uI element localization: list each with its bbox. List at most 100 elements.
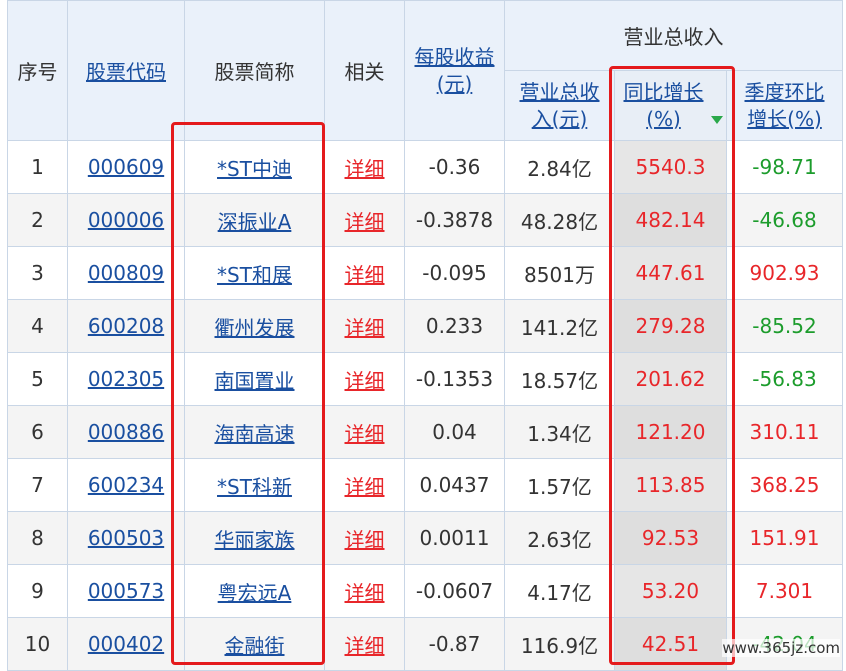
eps-value: -0.3878 — [415, 208, 494, 232]
revenue-value: 1.34亿 — [527, 421, 592, 446]
site-watermark: www.365jz.com — [722, 639, 840, 657]
stock-code-link[interactable]: 000402 — [88, 632, 164, 656]
eps-value: 0.233 — [425, 314, 484, 338]
detail-link[interactable]: 详细 — [345, 634, 385, 658]
stock-table: 序号 股票代码 股票简称 相关 每股收益(元) 营业总收入 营业总收入(元) 同… — [7, 0, 843, 671]
revenue-value: 48.28亿 — [520, 209, 599, 234]
stock-code-link[interactable]: 002305 — [88, 367, 164, 391]
sort-desc-icon[interactable] — [710, 116, 723, 124]
qoq-growth-value: -85.52 — [752, 314, 817, 338]
header-seq: 序号 — [7, 0, 68, 141]
detail-link[interactable]: 详细 — [345, 422, 385, 446]
yoy-growth-value: 92.53 — [641, 526, 700, 550]
header-related: 相关 — [324, 0, 405, 141]
revenue-value: 4.17亿 — [527, 580, 592, 605]
table-row: 4 600208 衢州发展 详细 0.233 141.2亿 279.28 -85.52 — [7, 299, 843, 353]
row-seq: 5 — [31, 367, 44, 391]
header-revenue[interactable]: 营业总收入(元) — [504, 70, 615, 141]
stock-code-link[interactable]: 000886 — [88, 420, 164, 444]
header-stock-name: 股票简称 — [184, 0, 325, 141]
header-revenue-group: 营业总收入 — [504, 0, 843, 71]
stock-name-link[interactable]: 华丽家族 — [215, 528, 295, 552]
yoy-growth-value: 447.61 — [635, 261, 706, 285]
table-row: 3 000809 *ST和展 详细 -0.095 8501万 447.61 902.93 — [7, 246, 843, 300]
row-seq: 6 — [31, 420, 44, 444]
stock-code-link[interactable]: 600208 — [88, 314, 164, 338]
row-seq: 1 — [31, 155, 44, 179]
header-stock-code[interactable]: 股票代码 — [67, 0, 185, 141]
row-seq: 9 — [31, 579, 44, 603]
qoq-growth-value: 368.25 — [749, 473, 820, 497]
stock-name-link[interactable]: 衢州发展 — [215, 316, 295, 340]
table-row: 1 000609 *ST中迪 详细 -0.36 2.84亿 5540.3 -98.71 — [7, 140, 843, 194]
row-seq: 4 — [31, 314, 44, 338]
stock-code-link[interactable]: 000809 — [88, 261, 164, 285]
qoq-growth-value: 310.11 — [749, 420, 820, 444]
qoq-growth-value: -46.68 — [752, 208, 817, 232]
row-seq: 10 — [24, 632, 51, 656]
row-seq: 3 — [31, 261, 44, 285]
revenue-value: 141.2亿 — [520, 315, 599, 340]
detail-link[interactable]: 详细 — [345, 316, 385, 340]
stock-code-link[interactable]: 000573 — [88, 579, 164, 603]
qoq-growth-value: -56.83 — [752, 367, 817, 391]
yoy-growth-value: 482.14 — [635, 208, 706, 232]
yoy-growth-value: 279.28 — [635, 314, 706, 338]
table-row: 6 000886 海南高速 详细 0.04 1.34亿 121.20 310.11 — [7, 405, 843, 459]
eps-value: 0.0011 — [419, 526, 490, 550]
eps-value: -0.095 — [422, 261, 487, 285]
detail-link[interactable]: 详细 — [345, 528, 385, 552]
header-yoy-growth[interactable]: 同比增长(%) — [614, 70, 727, 141]
stock-name-link[interactable]: *ST中迪 — [217, 157, 292, 181]
qoq-growth-value: 7.301 — [755, 579, 814, 603]
stock-name-link[interactable]: 海南高速 — [215, 422, 295, 446]
stock-name-link[interactable]: 金融街 — [225, 634, 285, 658]
yoy-growth-value: 42.51 — [641, 632, 700, 656]
eps-value: 0.04 — [432, 420, 477, 444]
stock-name-link[interactable]: *ST科新 — [217, 475, 292, 499]
revenue-value: 8501万 — [524, 262, 595, 287]
detail-link[interactable]: 详细 — [345, 581, 385, 605]
revenue-value: 2.63亿 — [527, 527, 592, 552]
eps-value: 0.0437 — [419, 473, 490, 497]
row-seq: 7 — [31, 473, 44, 497]
row-seq: 2 — [31, 208, 44, 232]
stock-name-link[interactable]: 粤宏远A — [218, 581, 292, 605]
row-seq: 8 — [31, 526, 44, 550]
stock-code-link[interactable]: 600234 — [88, 473, 164, 497]
detail-link[interactable]: 详细 — [345, 263, 385, 287]
detail-link[interactable]: 详细 — [345, 475, 385, 499]
header-eps[interactable]: 每股收益(元) — [404, 0, 505, 141]
table-row: 5 002305 南国置业 详细 -0.1353 18.57亿 201.62 -56.83 — [7, 352, 843, 406]
yoy-growth-value: 113.85 — [635, 473, 706, 497]
stock-code-link[interactable]: 600503 — [88, 526, 164, 550]
qoq-growth-value: 902.93 — [749, 261, 820, 285]
yoy-growth-value: 5540.3 — [635, 155, 706, 179]
table-row: 2 000006 深振业A 详细 -0.3878 48.28亿 482.14 -46.68 — [7, 193, 843, 247]
eps-value: -0.87 — [428, 632, 481, 656]
revenue-value: 18.57亿 — [520, 368, 599, 393]
stock-code-link[interactable]: 000609 — [88, 155, 164, 179]
qoq-growth-value: 151.91 — [749, 526, 820, 550]
yoy-growth-value: 121.20 — [635, 420, 706, 444]
detail-link[interactable]: 详细 — [345, 369, 385, 393]
revenue-value: 116.9亿 — [520, 633, 599, 658]
revenue-value: 2.84亿 — [527, 156, 592, 181]
eps-value: -0.0607 — [415, 579, 494, 603]
revenue-value: 1.57亿 — [527, 474, 592, 499]
table-row: 9 000573 粤宏远A 详细 -0.0607 4.17亿 53.20 7.301 — [7, 564, 843, 618]
qoq-growth-value: -98.71 — [752, 155, 817, 179]
table-row: 8 600503 华丽家族 详细 0.0011 2.63亿 92.53 151.91 — [7, 511, 843, 565]
eps-value: -0.36 — [428, 155, 481, 179]
yoy-growth-value: 53.20 — [641, 579, 700, 603]
table-row: 7 600234 *ST科新 详细 0.0437 1.57亿 113.85 368.25 — [7, 458, 843, 512]
yoy-growth-value: 201.62 — [635, 367, 706, 391]
eps-value: -0.1353 — [415, 367, 494, 391]
stock-name-link[interactable]: 深振业A — [218, 210, 292, 234]
detail-link[interactable]: 详细 — [345, 210, 385, 234]
detail-link[interactable]: 详细 — [345, 157, 385, 181]
header-qoq-growth[interactable]: 季度环比增长(%) — [726, 70, 843, 141]
stock-code-link[interactable]: 000006 — [88, 208, 164, 232]
stock-name-link[interactable]: *ST和展 — [217, 263, 292, 287]
stock-name-link[interactable]: 南国置业 — [215, 369, 295, 393]
